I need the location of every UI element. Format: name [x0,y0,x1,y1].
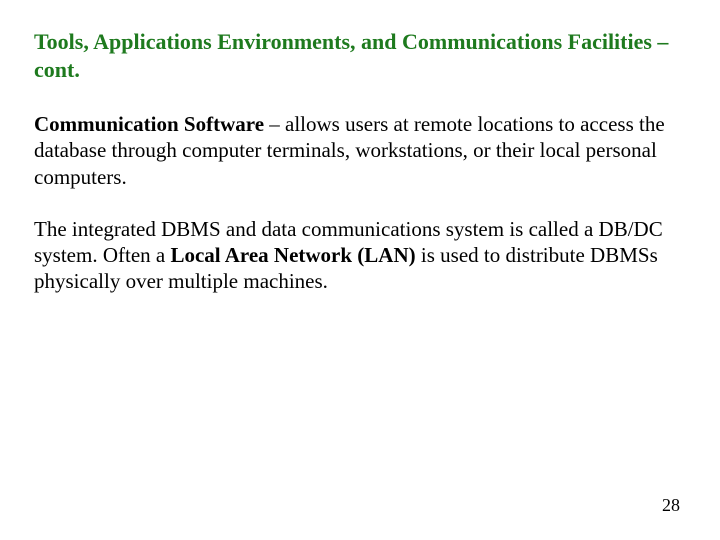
paragraph-1: Communication Software – allows users at… [34,111,686,190]
paragraph-2-bold: Local Area Network (LAN) [170,243,415,267]
slide: Tools, Applications Environments, and Co… [0,0,720,540]
page-number: 28 [662,495,680,516]
paragraph-1-lead: Communication Software [34,112,264,136]
slide-title: Tools, Applications Environments, and Co… [34,28,686,83]
paragraph-2: The integrated DBMS and data communicati… [34,216,686,295]
